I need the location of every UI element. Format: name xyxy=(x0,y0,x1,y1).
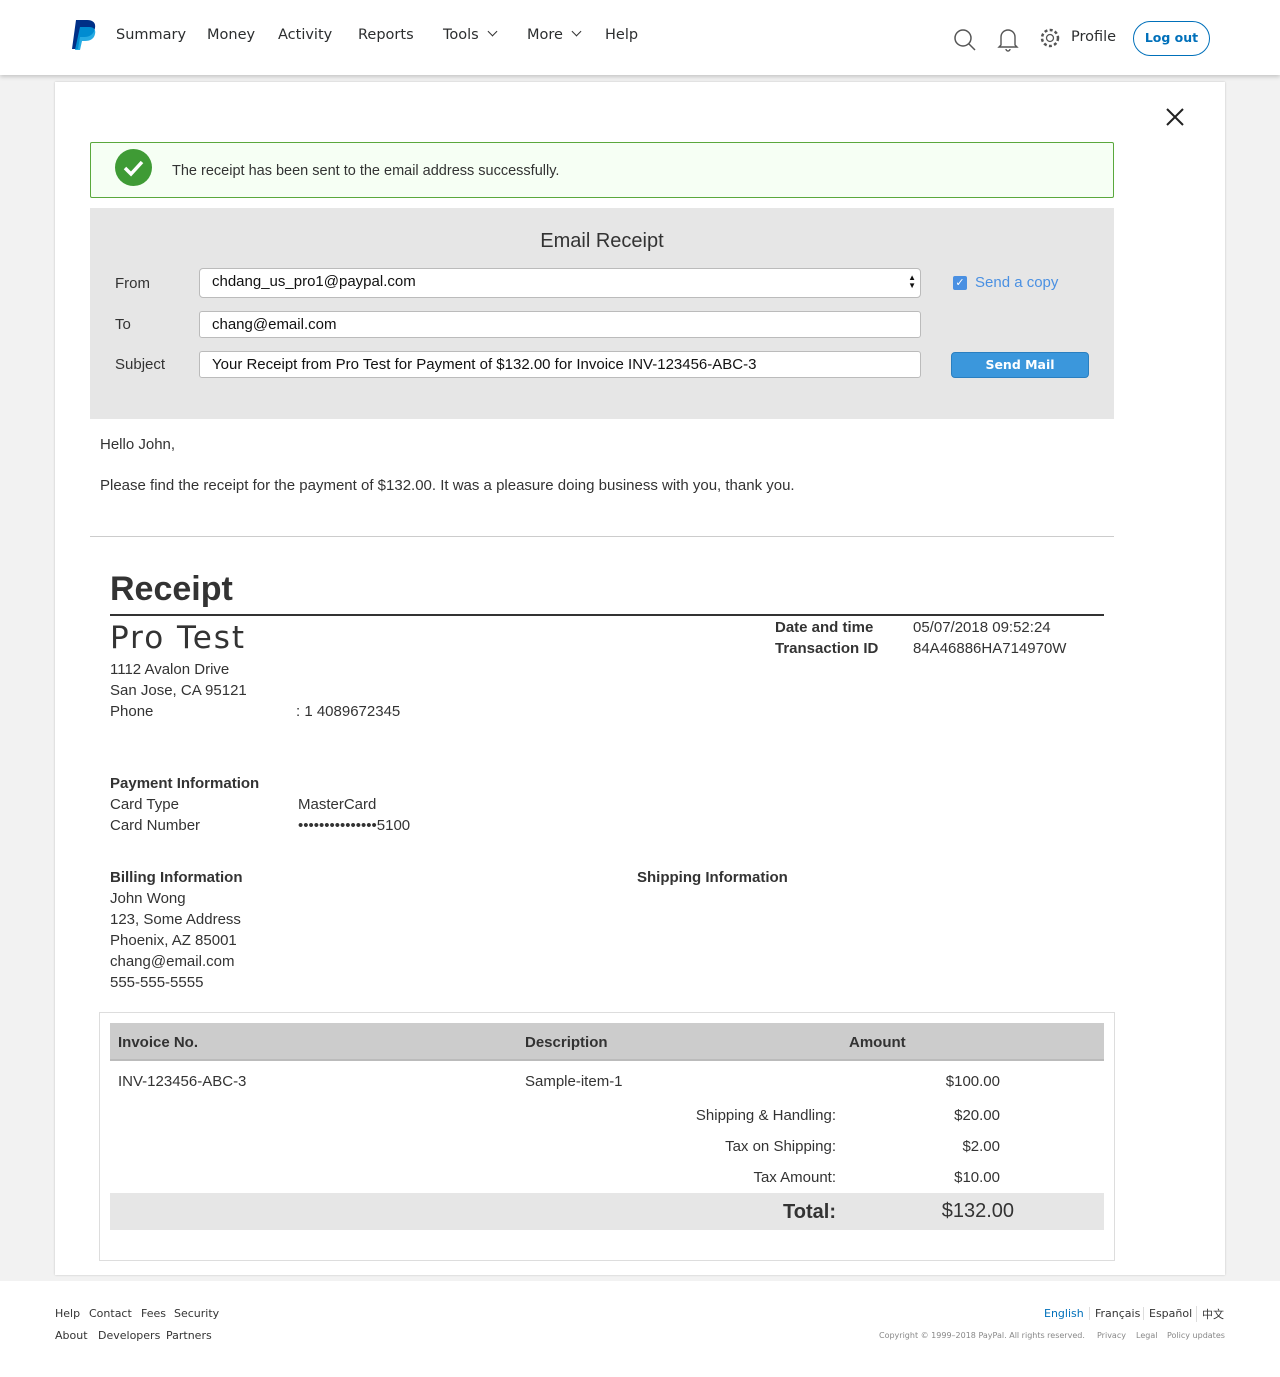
lang-spanish[interactable]: Español xyxy=(1143,1307,1192,1320)
date-value: 05/07/2018 09:52:24 xyxy=(913,619,1051,636)
top-nav: Summary Money Activity Reports Tools Mor… xyxy=(0,0,1280,75)
item-amount: $100.00 xyxy=(900,1073,1000,1090)
chevron-down-icon xyxy=(487,27,497,37)
to-input[interactable]: chang@email.com xyxy=(199,311,921,338)
subject-label: Subject xyxy=(115,356,165,373)
message-body: Please find the receipt for the payment … xyxy=(100,477,795,494)
footer-help[interactable]: Help xyxy=(55,1307,80,1320)
footer-fees[interactable]: Fees xyxy=(141,1307,166,1320)
total-label: Total: xyxy=(636,1201,836,1224)
shipping-heading: Shipping Information xyxy=(637,869,788,886)
header-amount: Amount xyxy=(849,1034,906,1051)
billing-line: chang@email.com xyxy=(110,953,234,970)
greeting: Hello John, xyxy=(100,436,175,453)
gear-icon[interactable] xyxy=(1039,27,1061,49)
footer-privacy[interactable]: Privacy xyxy=(1097,1331,1126,1340)
tax-shipping-amount: $2.00 xyxy=(900,1138,1000,1155)
send-copy-checkbox[interactable]: ✓ xyxy=(953,276,967,290)
bell-icon[interactable] xyxy=(997,26,1019,52)
lang-chinese[interactable]: 中文 xyxy=(1196,1306,1224,1322)
footer-policy-updates[interactable]: Policy updates xyxy=(1167,1331,1225,1340)
receipt-title: Receipt xyxy=(110,570,233,609)
to-label: To xyxy=(115,316,131,333)
form-title: Email Receipt xyxy=(90,230,1114,253)
send-copy-label[interactable]: Send a copy xyxy=(975,274,1058,291)
billing-heading: Billing Information xyxy=(110,869,243,886)
invoice-number: INV-123456-ABC-3 xyxy=(118,1073,246,1090)
merchant-address-line2: San Jose, CA 95121 xyxy=(110,682,247,699)
footer-about[interactable]: About xyxy=(55,1329,88,1342)
nav-profile[interactable]: Profile xyxy=(1071,29,1116,45)
select-arrows-icon: ▲▼ xyxy=(908,274,916,290)
nav-more[interactable]: More xyxy=(527,27,580,43)
nav-summary[interactable]: Summary xyxy=(116,27,186,43)
tax-amount: $10.00 xyxy=(900,1169,1000,1186)
billing-line: Phoenix, AZ 85001 xyxy=(110,932,237,949)
close-icon[interactable] xyxy=(1166,108,1184,126)
phone-value: : 1 4089672345 xyxy=(296,703,400,720)
total-amount: $132.00 xyxy=(900,1200,1014,1223)
shipping-label: Shipping & Handling: xyxy=(636,1107,836,1124)
billing-line: 555-555-5555 xyxy=(110,974,203,991)
chevron-down-icon xyxy=(572,27,582,37)
footer-contact[interactable]: Contact xyxy=(89,1307,132,1320)
footer-legal[interactable]: Legal xyxy=(1136,1331,1157,1340)
tax-shipping-label: Tax on Shipping: xyxy=(636,1138,836,1155)
nav-tools[interactable]: Tools xyxy=(443,27,496,43)
header-invoice: Invoice No. xyxy=(118,1034,198,1051)
merchant-address-line1: 1112 Avalon Drive xyxy=(110,661,229,678)
billing-line: John Wong xyxy=(110,890,186,907)
transaction-id-label: Transaction ID xyxy=(775,640,878,657)
card-type-label: Card Type xyxy=(110,796,179,813)
footer-developers[interactable]: Developers xyxy=(98,1329,160,1342)
nav-tools-label: Tools xyxy=(443,27,479,43)
nav-more-label: More xyxy=(527,27,563,43)
nav-activity[interactable]: Activity xyxy=(278,27,332,43)
alert-message: The receipt has been sent to the email a… xyxy=(172,163,559,179)
tax-label: Tax Amount: xyxy=(636,1169,836,1186)
footer-partners[interactable]: Partners xyxy=(166,1329,212,1342)
send-mail-button[interactable]: Send Mail xyxy=(951,352,1089,378)
checkmark-icon xyxy=(115,149,152,186)
title-rule xyxy=(110,614,1104,616)
date-label: Date and time xyxy=(775,619,873,636)
item-description: Sample-item-1 xyxy=(525,1073,623,1090)
lang-english[interactable]: English xyxy=(1044,1307,1084,1320)
subject-input[interactable]: Your Receipt from Pro Test for Payment o… xyxy=(199,351,921,378)
paypal-logo[interactable] xyxy=(70,19,98,51)
from-value: chdang_us_pro1@paypal.com xyxy=(212,273,416,290)
shipping-amount: $20.00 xyxy=(900,1107,1000,1124)
transaction-id-value: 84A46886HA714970W xyxy=(913,640,1066,657)
card-number-label: Card Number xyxy=(110,817,200,834)
invoice-table: Invoice No. Description Amount INV-12345… xyxy=(99,1012,1115,1261)
from-label: From xyxy=(115,275,150,292)
search-icon[interactable] xyxy=(953,28,977,52)
nav-help[interactable]: Help xyxy=(605,27,638,43)
logout-button[interactable]: Log out xyxy=(1133,21,1210,56)
payment-heading: Payment Information xyxy=(110,775,259,792)
phone-label: Phone xyxy=(110,703,153,720)
billing-line: 123, Some Address xyxy=(110,911,241,928)
divider xyxy=(90,536,1114,537)
nav-money[interactable]: Money xyxy=(207,27,255,43)
email-receipt-form: Email Receipt From chdang_us_pro1@paypal… xyxy=(90,208,1114,419)
merchant-name: Pro Test xyxy=(110,620,246,656)
header-description: Description xyxy=(525,1034,608,1051)
footer-security[interactable]: Security xyxy=(174,1307,219,1320)
footer: Help Contact Fees Security About Develop… xyxy=(0,1281,1280,1377)
card-number-value: •••••••••••••••5100 xyxy=(298,817,410,834)
success-alert: The receipt has been sent to the email a… xyxy=(90,142,1114,198)
lang-french[interactable]: Français xyxy=(1089,1307,1140,1320)
copyright: Copyright © 1999–2018 PayPal. All rights… xyxy=(879,1331,1085,1340)
nav-reports[interactable]: Reports xyxy=(358,27,414,43)
card-type-value: MasterCard xyxy=(298,796,376,813)
from-select[interactable]: chdang_us_pro1@paypal.com ▲▼ xyxy=(199,268,921,298)
